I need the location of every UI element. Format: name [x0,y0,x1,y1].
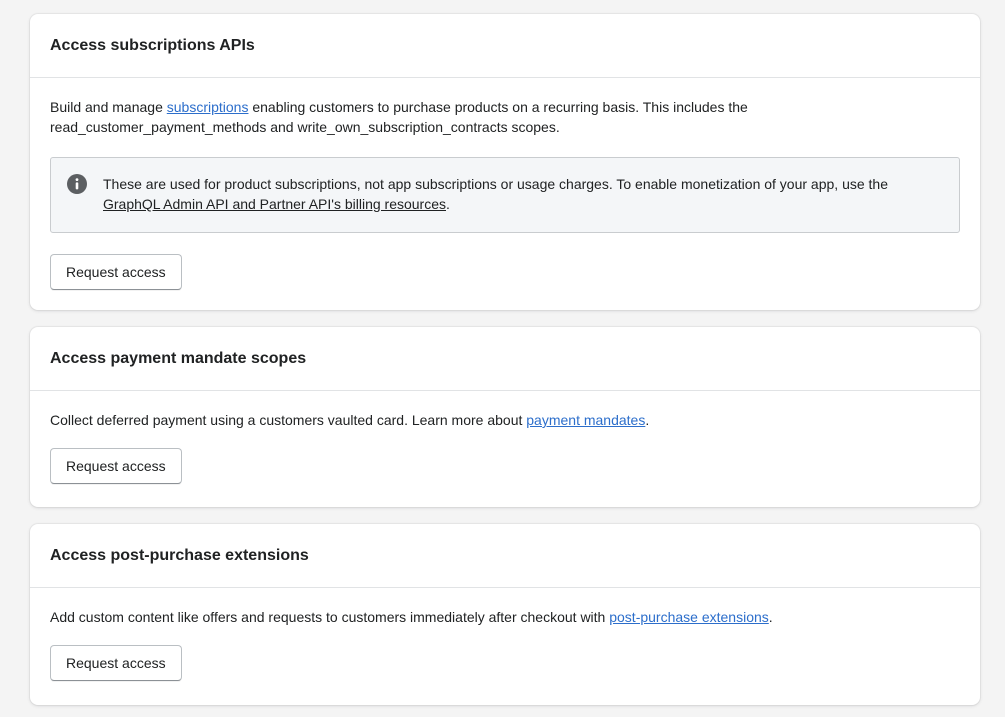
banner-text-part: These are used for product subscriptions… [103,176,888,192]
info-banner: These are used for product subscriptions… [50,157,960,233]
payment-mandates-link[interactable]: payment mandates [526,412,645,428]
card-title: Access payment mandate scopes [50,349,307,367]
card-subscriptions-apis: Access subscriptions APIs Build and mana… [30,14,980,310]
card-description: Collect deferred payment using a custome… [50,410,960,430]
card-header: Access post-purchase extensions [30,524,980,588]
subscriptions-link[interactable]: subscriptions [167,99,249,115]
description-text: . [645,412,650,428]
request-access-button[interactable]: Request access [50,254,182,290]
card-title: Access subscriptions APIs [50,36,255,54]
info-icon [67,174,87,194]
request-access-button[interactable]: Request access [50,448,182,484]
description-text: Add custom content like offers and reque… [50,609,610,625]
card-payment-mandate-scopes: Access payment mandate scopes Collect de… [30,327,980,507]
card-header: Access subscriptions APIs [30,14,980,78]
card-body: Collect deferred payment using a custome… [30,391,980,504]
banner-text: These are used for product subscriptions… [103,174,943,214]
card-description: Add custom content like offers and reque… [50,607,960,627]
card-post-purchase-extensions: Access post-purchase extensions Add cust… [30,524,980,705]
card-description: Build and manage subscriptions enabling … [50,97,960,137]
card-header: Access payment mandate scopes [30,327,980,391]
request-access-button[interactable]: Request access [50,645,182,681]
card-body: Build and manage subscriptions enabling … [30,78,980,310]
description-text: Collect deferred payment using a custome… [50,412,527,428]
banner-text-part: . [446,196,450,212]
description-text: Build and manage [50,99,167,115]
post-purchase-extensions-link[interactable]: post-purchase extensions [609,609,769,625]
description-text: . [768,609,773,625]
billing-resources-link[interactable]: GraphQL Admin API and Partner API's bill… [103,196,446,212]
card-title: Access post-purchase extensions [50,546,309,564]
card-body: Add custom content like offers and reque… [30,588,980,701]
